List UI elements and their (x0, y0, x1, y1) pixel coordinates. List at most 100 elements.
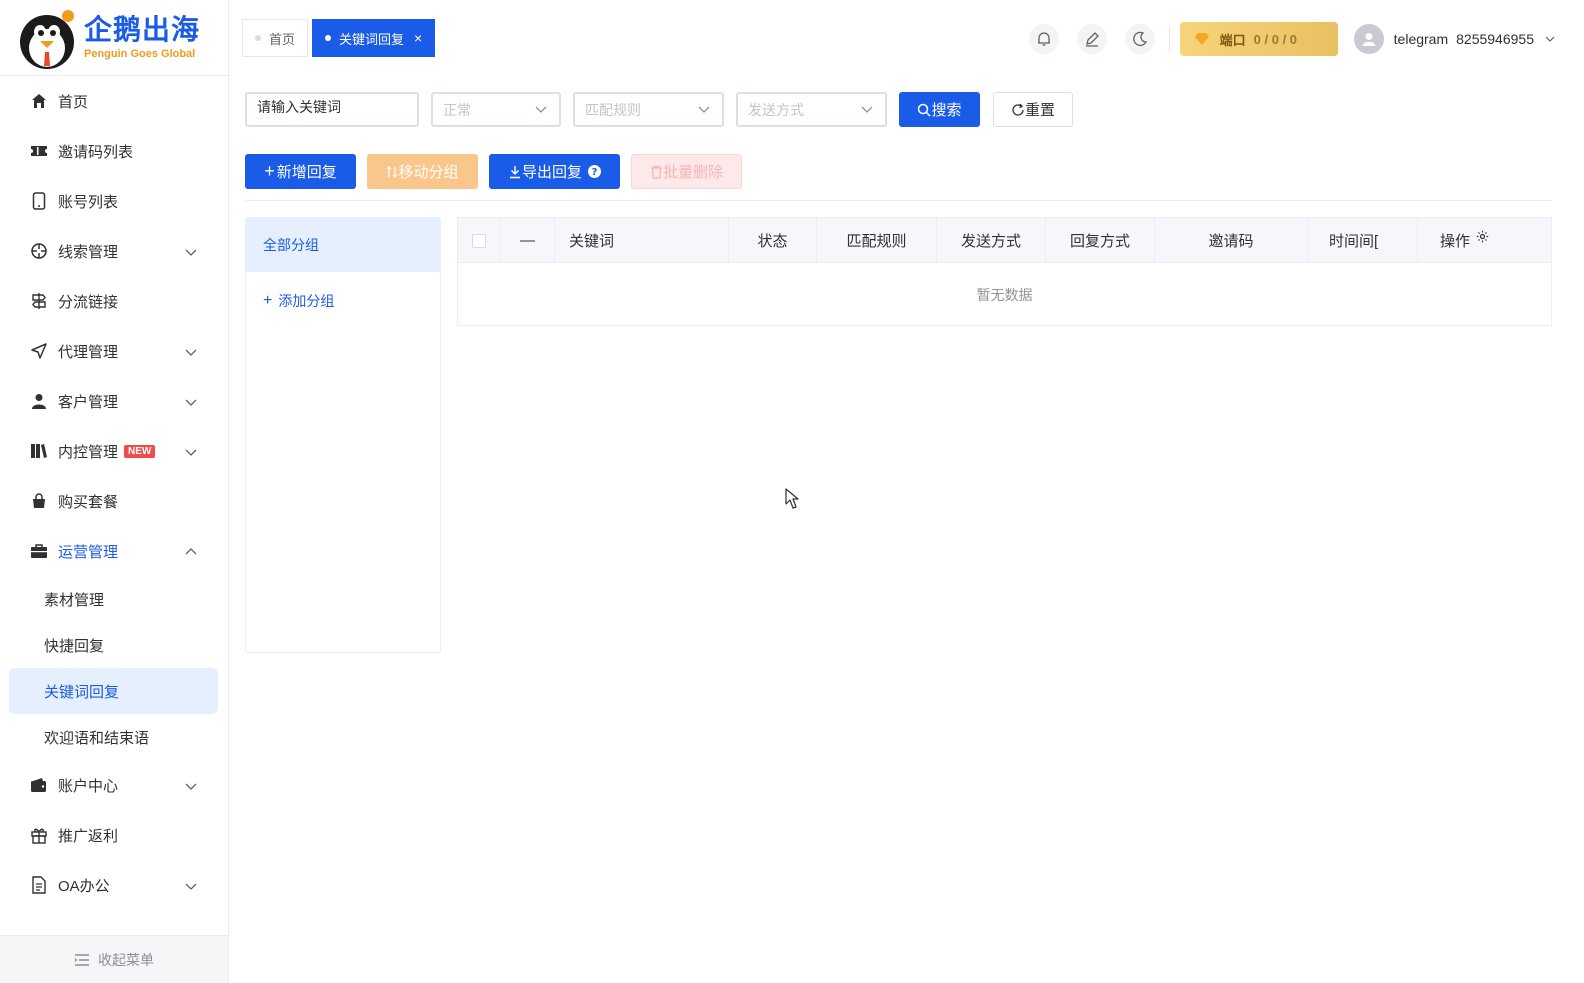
search-button[interactable]: 搜索 (899, 92, 980, 127)
search-icon (918, 103, 932, 117)
tab-keyword-reply[interactable]: 关键词回复 × (312, 19, 436, 57)
keyword-input[interactable]: 请输入关键词 (245, 92, 419, 127)
batch-delete-button[interactable]: 批量删除 (631, 154, 742, 189)
chevron-down-icon (861, 106, 873, 113)
group-panel: 全部分组 + 添加分组 (245, 217, 441, 653)
tab-home[interactable]: 首页 (242, 19, 309, 57)
sidebar-item-leads[interactable]: 线索管理 (0, 226, 228, 276)
chevron-down-icon (185, 883, 197, 890)
move-group-button[interactable]: 移动分组 (367, 154, 478, 189)
sidebar-subitem-materials[interactable]: 素材管理 (0, 576, 228, 622)
sidebar-item-split-links[interactable]: 分流链接 (0, 276, 228, 326)
reset-button[interactable]: 重置 (993, 92, 1073, 127)
sidebar-item-label: 账户中心 (58, 777, 119, 795)
home-icon (30, 92, 48, 110)
sidebar-item-home[interactable]: 首页 (0, 76, 228, 126)
chevron-down-icon (698, 106, 710, 113)
send-method-placeholder: 发送方式 (748, 101, 804, 118)
divider (1168, 26, 1170, 52)
port-value: 0 / 0 / 0 (1253, 31, 1298, 47)
column-header-interval: 时间间[ (1308, 218, 1418, 263)
help-icon[interactable]: ? (588, 165, 601, 178)
collapse-menu-button[interactable]: 收起菜单 (0, 935, 228, 983)
bag-icon (30, 492, 48, 510)
sidebar-item-proxy[interactable]: 代理管理 (0, 326, 228, 376)
port-label: 端口 (1219, 32, 1246, 48)
sidebar-subitem-keyword-reply[interactable]: 关键词回复 (9, 668, 218, 714)
reset-button-label: 重置 (1024, 102, 1055, 119)
status-select-placeholder: 正常 (443, 101, 471, 118)
search-button-label: 搜索 (931, 102, 962, 119)
chevron-down-icon (185, 349, 197, 356)
refresh-icon (1012, 103, 1024, 116)
signpost-icon (30, 292, 48, 310)
avatar[interactable] (1353, 24, 1384, 54)
add-reply-label: 新增回复 (276, 164, 337, 181)
sidebar-item-buy-package[interactable]: 购买套餐 (0, 476, 228, 526)
diamond-icon (1194, 33, 1209, 45)
select-all-checkbox-cell (458, 218, 501, 263)
user-id[interactable]: 8255946955 (1456, 31, 1534, 47)
bell-icon[interactable] (1028, 24, 1059, 54)
add-group-label: 添加分组 (278, 293, 335, 309)
chevron-down-icon (185, 249, 197, 256)
moon-icon[interactable] (1124, 24, 1155, 54)
column-header-keyword: 关键词 (555, 218, 729, 263)
gift-icon (30, 826, 48, 844)
sidebar-item-referral[interactable]: 推广返利 (0, 810, 228, 860)
sidebar-item-label: 代理管理 (58, 343, 119, 361)
sidebar-item-label: OA办公 (58, 877, 110, 895)
send-method-select[interactable]: 发送方式 (736, 92, 887, 127)
add-group-button[interactable]: + 添加分组 (246, 276, 440, 326)
move-group-label: 移动分组 (398, 164, 459, 181)
tab-dot (255, 35, 261, 41)
sidebar-item-label: 内控管理 (58, 443, 119, 461)
add-reply-button[interactable]: + 新增回复 (245, 154, 356, 189)
sidebar-item-invite-codes[interactable]: 邀请码列表 (0, 126, 228, 176)
port-badge[interactable]: 端口 0 / 0 / 0 (1179, 22, 1338, 56)
match-rule-select[interactable]: 匹配规则 (573, 92, 724, 127)
username[interactable]: telegram (1394, 31, 1448, 47)
sidebar-subitem-greetings[interactable]: 欢迎语和结束语 (0, 714, 228, 760)
column-header-match-rule: 匹配规则 (817, 218, 937, 263)
tab-label: 关键词回复 (339, 31, 405, 47)
export-reply-button[interactable]: 导出回复 ? (489, 154, 620, 189)
sidebar-menu: 首页 邀请码列表 账号列表 线索管理 分流链接 代理管理 客户管理 内控管理 N… (0, 76, 228, 910)
tab-dot (325, 35, 332, 41)
penguin-logo-icon (18, 6, 78, 70)
sidebar-item-account-center[interactable]: 账户中心 (0, 760, 228, 810)
brand-logo[interactable]: 企鹅出海 Penguin Goes Global (0, 0, 228, 76)
status-select[interactable]: 正常 (431, 92, 561, 127)
crosshair-icon (30, 242, 48, 260)
column-header-invite-code: 邀请码 (1155, 218, 1308, 263)
batch-delete-label: 批量删除 (662, 164, 723, 181)
column-header-actions-label: 操作 (1440, 233, 1471, 250)
sidebar-subitem-quick-reply[interactable]: 快捷回复 (0, 622, 228, 668)
sidebar-item-accounts[interactable]: 账号列表 (0, 176, 228, 226)
close-icon[interactable]: × (414, 30, 422, 46)
chevron-down-icon[interactable] (1544, 33, 1556, 45)
chevron-down-icon (185, 399, 197, 406)
trash-icon (650, 165, 662, 179)
document-icon (30, 876, 48, 894)
sidebar-item-customers[interactable]: 客户管理 (0, 376, 228, 426)
sidebar-item-label: 分流链接 (58, 293, 119, 311)
sidebar-item-label: 运营管理 (58, 543, 119, 561)
sidebar-item-operations[interactable]: 运营管理 (0, 526, 228, 576)
sidebar-item-label: 线索管理 (58, 243, 119, 261)
empty-state: 暂无数据 (976, 286, 1033, 303)
action-bar: + 新增回复 移动分组 导出回复 ? 批量删除 (245, 154, 753, 189)
edit-pen-icon[interactable] (1076, 24, 1107, 54)
group-all[interactable]: 全部分组 (246, 218, 440, 272)
table-header: — 关键词 状态 匹配规则 发送方式 回复方式 邀请码 时间间[ 操作 (458, 218, 1551, 263)
sidebar-item-label: 推广返利 (58, 827, 119, 845)
select-all-checkbox[interactable] (472, 233, 486, 248)
sidebar-item-label: 账号列表 (58, 193, 119, 211)
sidebar-item-label: 邀请码列表 (58, 143, 134, 161)
column-header-expand: — (501, 218, 555, 263)
page-tabs: 首页 关键词回复 × (242, 19, 436, 57)
sidebar-item-internal-control[interactable]: 内控管理 NEW (0, 426, 228, 476)
column-header-send-method: 发送方式 (937, 218, 1046, 263)
gear-icon[interactable] (1476, 230, 1489, 243)
sidebar-item-oa[interactable]: OA办公 (0, 860, 228, 910)
